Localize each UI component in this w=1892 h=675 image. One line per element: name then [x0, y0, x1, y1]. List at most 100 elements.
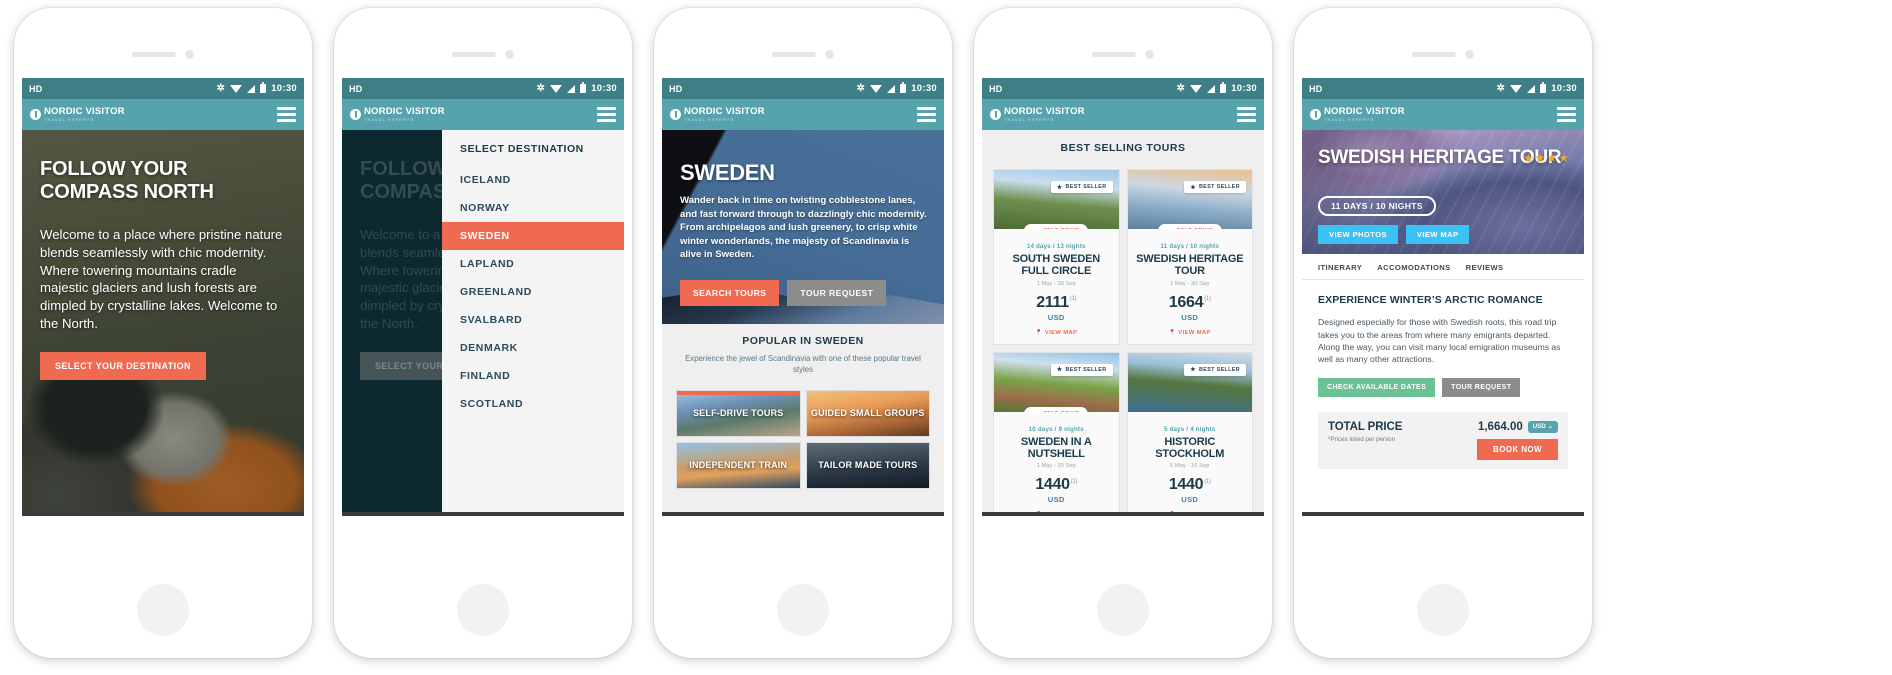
tour-type-label: SELF-DRIVE: [1043, 411, 1079, 412]
view-map-link[interactable]: 📍 VIEW MAP: [999, 512, 1114, 516]
tour-currency[interactable]: USD: [1133, 313, 1248, 322]
travel-style-tile-self-drive[interactable]: SELF-DRIVE TOURS: [676, 389, 801, 437]
signal-icon: [1207, 84, 1216, 93]
travel-style-grid: SELF-DRIVE TOURS GUIDED SMALL GROUPS IND…: [676, 389, 930, 489]
battery-icon: [900, 82, 907, 93]
tour-request-button[interactable]: TOUR REQUEST: [1442, 377, 1521, 397]
destination-item-iceland[interactable]: ICELAND: [442, 166, 624, 194]
view-map-link[interactable]: 📍 VIEW MAP: [1133, 512, 1248, 516]
hamburger-menu-icon[interactable]: [1237, 107, 1256, 122]
country-hero: SWEDEN Wander back in time on twisting c…: [662, 130, 944, 324]
destination-panel: SELECT DESTINATION ICELAND NORWAY SWEDEN…: [442, 130, 624, 512]
phone-mockup-stage: HD ✲ 10:30 NORDIC VISITOR TRAVEL EXPERTS: [0, 0, 1892, 675]
home-button[interactable]: [777, 584, 829, 636]
view-map-link[interactable]: 📍 VIEW MAP: [999, 330, 1114, 336]
destination-item-lapland[interactable]: LAPLAND: [442, 250, 624, 278]
select-destination-button[interactable]: SELECT YOUR DESTINATION: [40, 352, 206, 380]
view-map-button[interactable]: VIEW MAP: [1405, 225, 1470, 244]
tour-detail-body-text: Designed especially for those with Swedi…: [1318, 317, 1561, 365]
destination-item-svalbard[interactable]: SVALBARD: [442, 306, 624, 334]
tour-price: 1440: [1035, 476, 1070, 494]
brand-logo[interactable]: NORDIC VISITOR TRAVEL EXPERTS: [30, 107, 125, 122]
hamburger-menu-icon[interactable]: [597, 107, 616, 122]
hamburger-menu-icon[interactable]: [917, 107, 936, 122]
popular-section: POPULAR IN SWEDEN Experience the jewel o…: [662, 324, 944, 512]
tour-duration: 10 days / 9 nights: [1028, 425, 1084, 433]
tour-request-button[interactable]: TOUR REQUEST: [787, 280, 887, 306]
tab-accomodations[interactable]: ACCOMODATIONS: [1377, 263, 1450, 272]
hamburger-menu-icon[interactable]: [277, 107, 296, 122]
carrier-label: HD: [1309, 83, 1323, 94]
tour-card[interactable]: ★BEST SELLER 🚗SELF-DRIVE 14 days / 13 ni…: [993, 169, 1120, 345]
battery-icon: [1540, 82, 1547, 93]
battery-icon: [1220, 82, 1227, 93]
best-selling-body: BEST SELLING TOURS ★BEST SELLER 🚗SELF-DR…: [982, 130, 1264, 516]
view-photos-button[interactable]: VIEW PHOTOS: [1318, 225, 1398, 244]
phone-screen-home: HD ✲ 10:30 NORDIC VISITOR TRAVEL EXPERTS: [22, 78, 304, 516]
tile-label: INDEPENDENT TRAIN: [689, 460, 788, 471]
map-pin-icon: 📍: [1168, 329, 1177, 336]
rating-stars: ★★★★: [1522, 151, 1570, 165]
tour-detail-tabs: ITINERARY ACCOMODATIONS REVIEWS: [1302, 254, 1584, 280]
brand-logo[interactable]: NORDIC VISITOR TRAVEL EXPERTS: [670, 107, 765, 122]
destination-menu-body: FOLLOW YOUR COMPASS NORTH Welcome to a p…: [342, 130, 624, 512]
app-navbar: NORDIC VISITOR TRAVEL EXPERTS: [662, 99, 944, 130]
compass-logo-icon: [1310, 109, 1321, 120]
tour-detail-heading: EXPERIENCE WINTER’S ARCTIC ROMANCE: [1318, 294, 1543, 306]
book-now-button[interactable]: BOOK NOW: [1477, 438, 1558, 460]
view-map-link[interactable]: 📍 VIEW MAP: [1133, 330, 1248, 336]
tab-reviews[interactable]: REVIEWS: [1466, 263, 1504, 272]
destination-item-norway[interactable]: NORWAY: [442, 194, 624, 222]
best-selling-title: BEST SELLING TOURS: [1060, 142, 1186, 154]
check-available-dates-button[interactable]: CHECK AVAILABLE DATES: [1318, 377, 1436, 397]
destination-item-denmark[interactable]: DENMARK: [442, 334, 624, 362]
home-button[interactable]: [1417, 584, 1469, 636]
bluetooth-icon: ✲: [1496, 82, 1506, 94]
destination-item-scotland[interactable]: SCOTLAND: [442, 390, 624, 418]
destination-item-greenland[interactable]: GREENLAND: [442, 278, 624, 306]
brand-logo[interactable]: NORDIC VISITOR TRAVEL EXPERTS: [1310, 107, 1405, 122]
tour-currency[interactable]: USD: [999, 495, 1114, 504]
battery-icon: [580, 82, 587, 93]
tour-card[interactable]: ★ BEST SELLER 5 days / 4 nights HISTORIC …: [1126, 351, 1253, 516]
travel-style-tile-independent-train[interactable]: INDEPENDENT TRAIN: [676, 441, 801, 489]
tour-detail-body: SWEDISH HERITAGE TOUR ★★★★ 11 DAYS / 10 …: [1302, 130, 1584, 512]
tour-card[interactable]: ★BEST SELLER 🚗SELF-DRIVE 10 days / 9 nig…: [993, 351, 1120, 516]
wifi-icon: [550, 84, 563, 93]
phone-screen-tour-detail: HD ✲ 10:30 NORDIC VISITOR TRAVEL EXPERTS: [1302, 78, 1584, 516]
travel-style-tile-guided-small-groups[interactable]: GUIDED SMALL GROUPS: [805, 389, 930, 437]
bluetooth-icon: ✲: [216, 82, 226, 94]
brand-logo[interactable]: NORDIC VISITOR TRAVEL EXPERTS: [990, 107, 1085, 122]
status-bar: HD ✲ 10:30: [22, 78, 304, 99]
tour-currency[interactable]: USD: [1133, 495, 1248, 504]
brand-tagline: TRAVEL EXPERTS: [1324, 116, 1375, 122]
brand-tagline: TRAVEL EXPERTS: [1004, 116, 1055, 122]
star-icon: ★: [1190, 367, 1196, 374]
home-button[interactable]: [1097, 584, 1149, 636]
home-button[interactable]: [457, 584, 509, 636]
signal-icon: [887, 84, 896, 93]
travel-style-tile-tailor-made[interactable]: TAILOR MADE TOURS: [805, 441, 930, 489]
tour-detail-actions: CHECK AVAILABLE DATES TOUR REQUEST: [1318, 377, 1568, 397]
brand-logo[interactable]: NORDIC VISITOR TRAVEL EXPERTS: [350, 107, 445, 122]
tour-type-pill: 🚗SELF-DRIVE: [1157, 224, 1222, 229]
destination-item-finland[interactable]: FINLAND: [442, 362, 624, 390]
wifi-icon: [1510, 84, 1523, 93]
tab-itinerary[interactable]: ITINERARY: [1318, 263, 1362, 272]
price-footnote: (1): [1070, 478, 1078, 485]
hamburger-menu-icon[interactable]: [1557, 107, 1576, 122]
home-button[interactable]: [137, 584, 189, 636]
tour-card[interactable]: ★BEST SELLER 🚗SELF-DRIVE 11 days / 10 ni…: [1126, 169, 1253, 345]
phone-screen-destination-menu: HD ✲ 10:30 NORDIC VISITOR TRAVEL EXPERTS: [342, 78, 624, 516]
view-map-label: VIEW MAP: [1178, 512, 1211, 516]
tour-image: ★BEST SELLER 🚗SELF-DRIVE: [1127, 170, 1252, 229]
status-bar: HD ✲ 10:30: [1302, 78, 1584, 99]
destination-item-sweden[interactable]: SWEDEN: [442, 222, 624, 250]
phone-screen-best-selling-tours: HD ✲ 10:30 NORDIC VISITOR TRAVEL EXPERTS: [982, 78, 1264, 516]
tour-detail-content: EXPERIENCE WINTER’S ARCTIC ROMANCE Desig…: [1302, 280, 1584, 397]
tour-currency[interactable]: USD: [999, 313, 1114, 322]
currency-selector[interactable]: USD ⌄: [1527, 420, 1558, 433]
brand-name: NORDIC VISITOR: [44, 106, 125, 118]
price-footnote: (1): [1069, 296, 1077, 303]
search-tours-button[interactable]: SEARCH TOURS: [680, 280, 780, 306]
